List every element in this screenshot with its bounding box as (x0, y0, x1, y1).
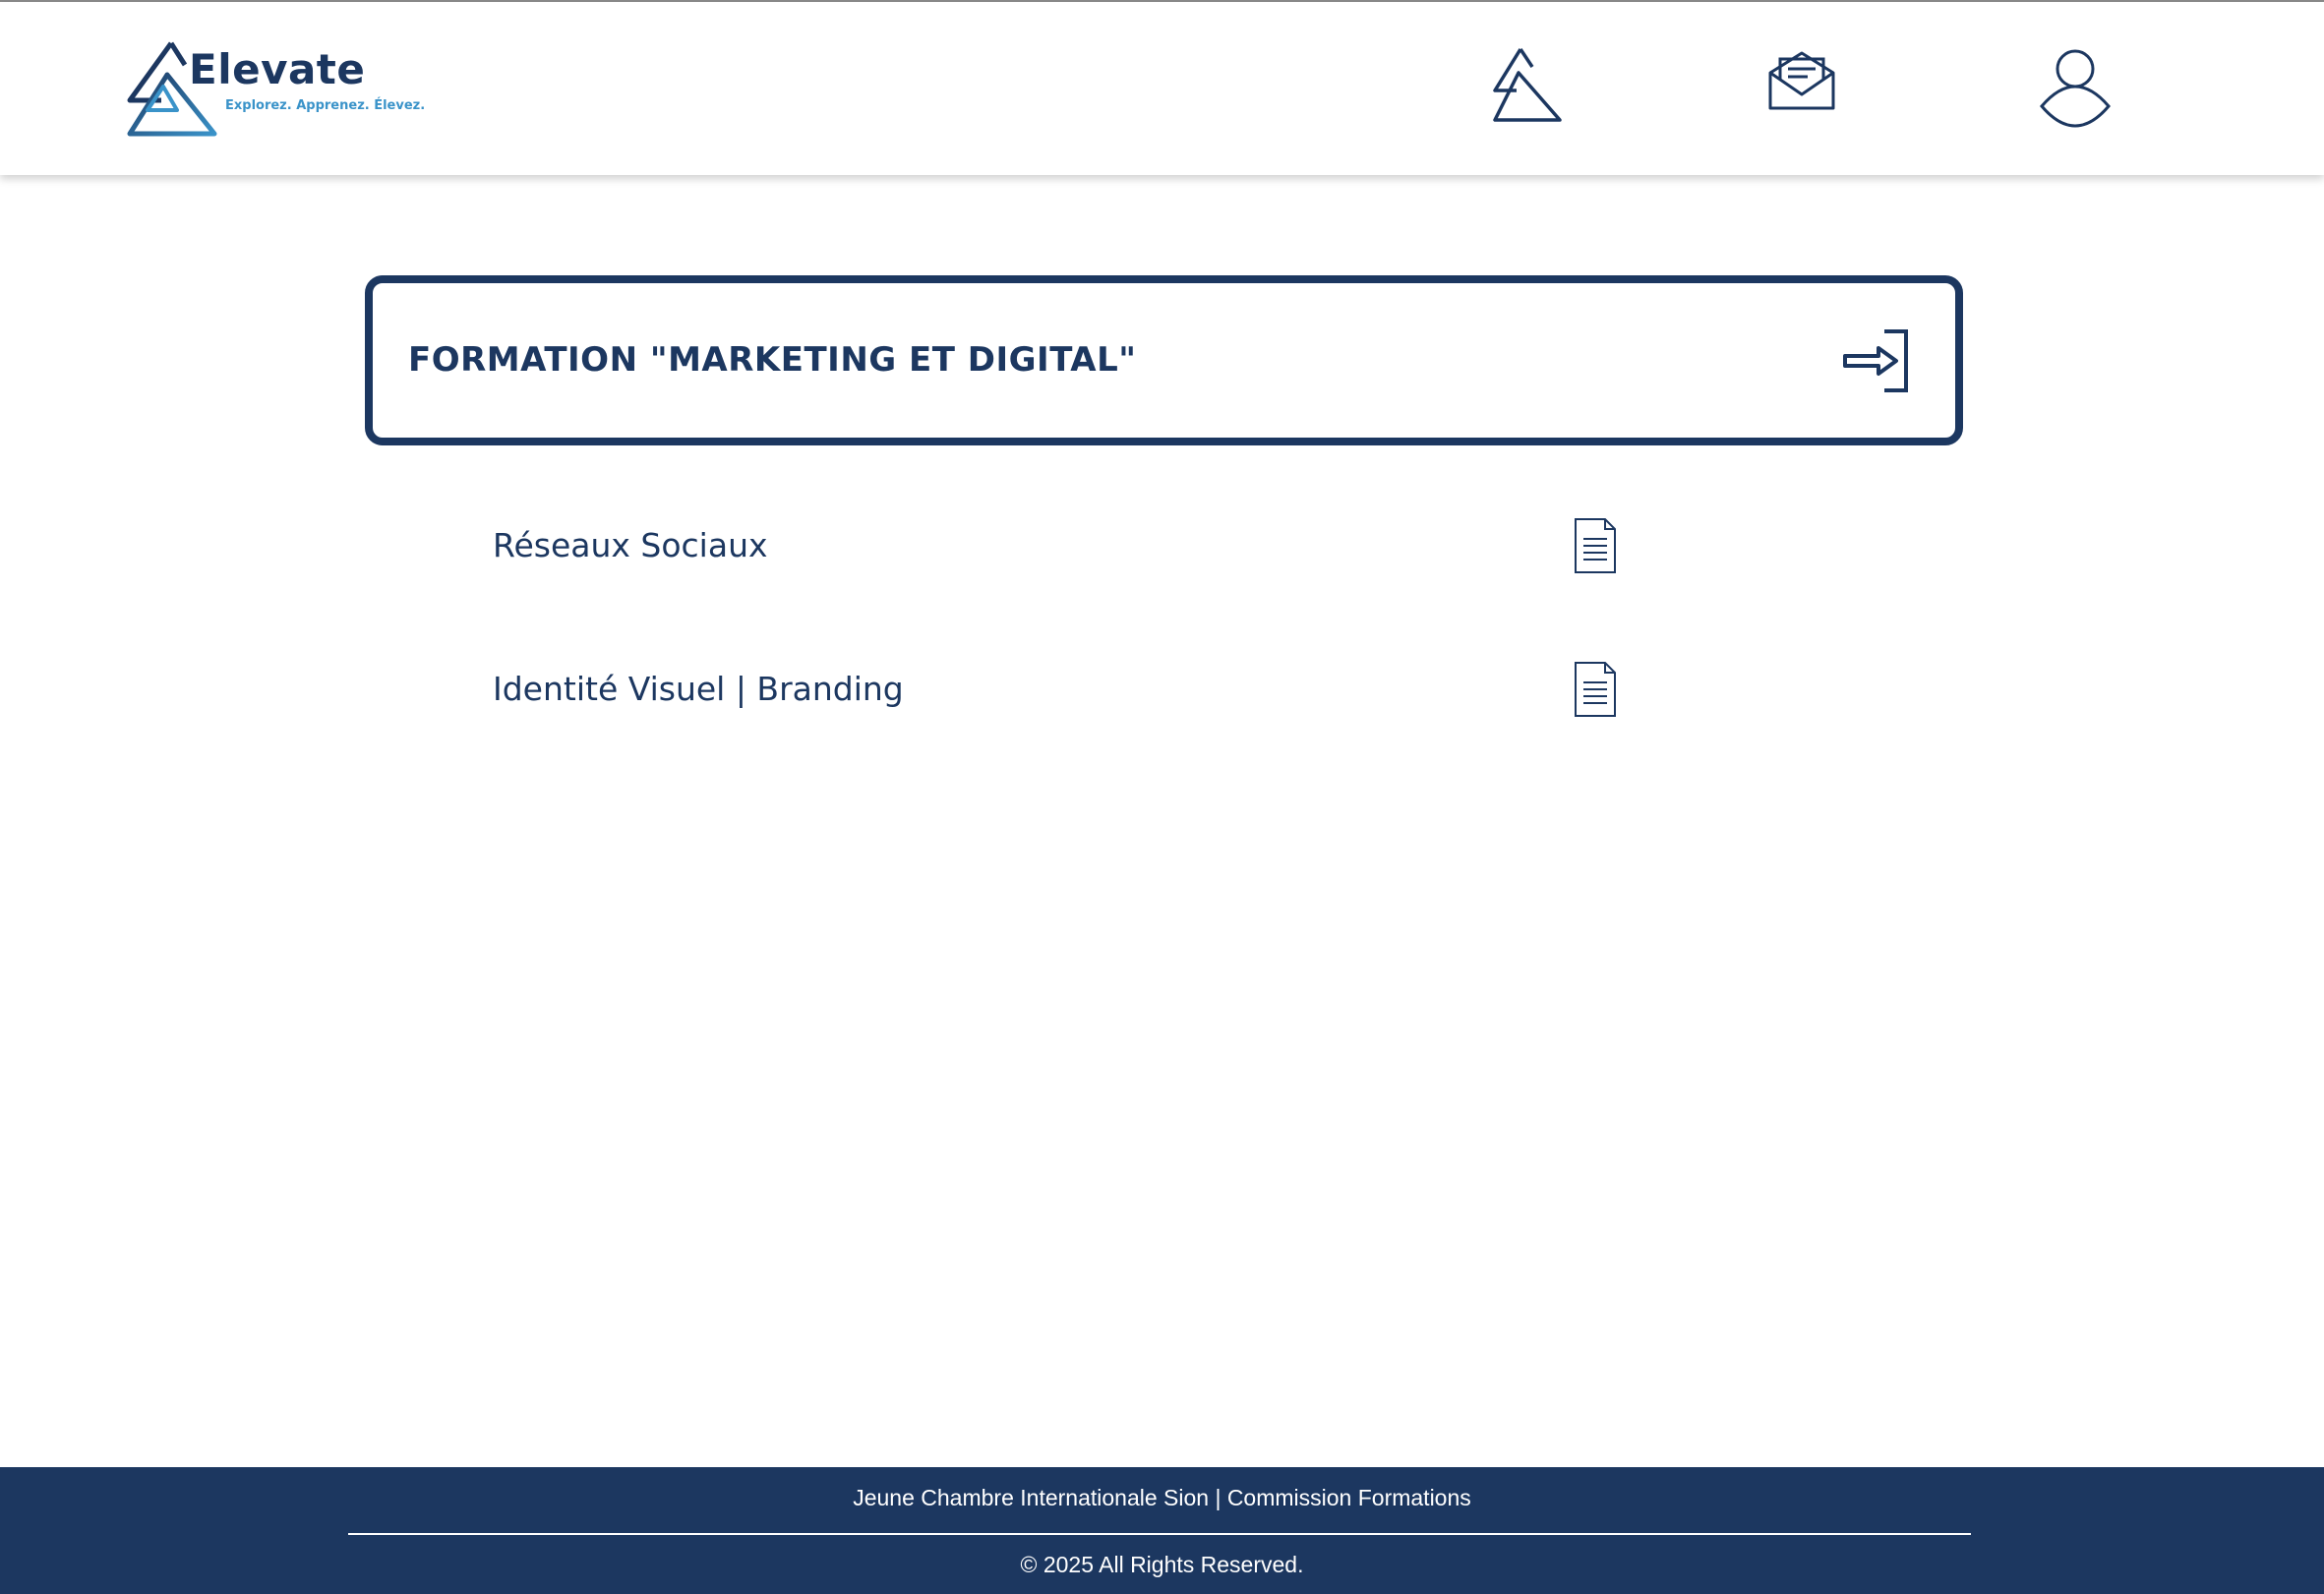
logo-wordmark: Elevate (189, 45, 366, 93)
elevate-triangle-icon[interactable] (1491, 45, 1564, 124)
user-icon[interactable] (2038, 47, 2113, 130)
top-header: Elevate Explorez. Apprenez. Élevez. (0, 2, 2324, 175)
document-icon[interactable] (1574, 517, 1617, 574)
course-card[interactable]: FORMATION "MARKETING ET DIGITAL" (365, 275, 1963, 445)
page: Elevate Explorez. Apprenez. Élevez. FORM… (0, 0, 2324, 1594)
lesson-item-identite-visuel[interactable]: Identité Visuel | Branding (490, 655, 1631, 724)
lesson-title: Réseaux Sociaux (493, 526, 768, 564)
course-title: FORMATION "MARKETING ET DIGITAL" (408, 340, 1137, 380)
lesson-title: Identité Visuel | Branding (493, 670, 904, 708)
enter-arrow-icon[interactable] (1843, 328, 1912, 393)
footer-copyright: © 2025 All Rights Reserved. (1020, 1552, 1304, 1577)
logo-tagline: Explorez. Apprenez. Élevez. (225, 98, 426, 113)
footer-organization: Jeune Chambre Internationale Sion | Comm… (853, 1485, 1471, 1510)
footer-divider (348, 1533, 1971, 1535)
envelope-icon[interactable] (1766, 49, 1837, 112)
document-icon[interactable] (1574, 661, 1617, 718)
elevate-logo[interactable]: Elevate Explorez. Apprenez. Élevez. (126, 41, 425, 140)
lesson-item-reseaux-sociaux[interactable]: Réseaux Sociaux (490, 511, 1631, 580)
site-footer: Jeune Chambre Internationale Sion | Comm… (0, 1467, 2324, 1594)
